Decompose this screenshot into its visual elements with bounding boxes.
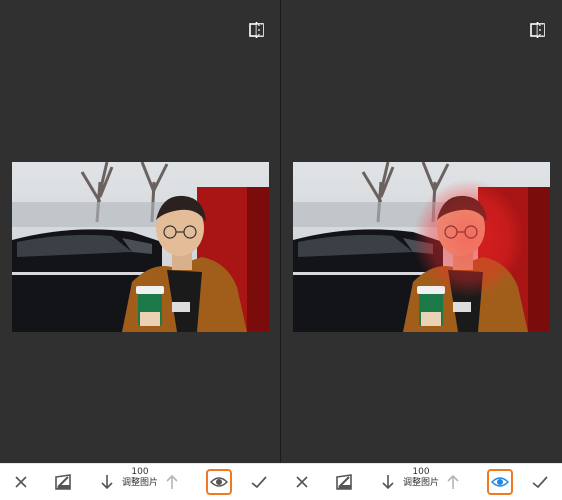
arrow-down-icon[interactable]: [377, 471, 399, 493]
arrow-down-icon[interactable]: [96, 471, 118, 493]
toggle-mask-button[interactable]: [487, 469, 513, 495]
compare-icon[interactable]: [529, 22, 547, 38]
check-icon[interactable]: [248, 471, 270, 493]
bottom-toolbar: 100 调整图片: [281, 463, 562, 500]
close-icon[interactable]: [10, 471, 32, 493]
right-panel: 100 调整图片: [280, 0, 562, 500]
brush-icon[interactable]: [52, 471, 74, 493]
brush-icon[interactable]: [333, 471, 355, 493]
left-panel: 100 调整图片: [0, 0, 281, 500]
adjust-label: 调整图片: [402, 478, 439, 488]
adjust-label: 调整图片: [121, 478, 158, 488]
adjust-value: 100: [412, 467, 430, 477]
arrow-up-icon[interactable]: [442, 471, 464, 493]
close-icon[interactable]: [291, 471, 313, 493]
bottom-toolbar: 100 调整图片: [0, 463, 281, 500]
arrow-up-icon[interactable]: [161, 471, 183, 493]
image-canvas: [281, 0, 562, 463]
masked-photo[interactable]: [293, 162, 550, 332]
mask-overlay: [373, 162, 533, 332]
check-icon[interactable]: [529, 471, 551, 493]
image-canvas: [0, 0, 281, 463]
adjust-value: 100: [131, 467, 149, 477]
toggle-mask-button[interactable]: [206, 469, 232, 495]
edited-photo[interactable]: [12, 162, 269, 332]
compare-icon[interactable]: [248, 22, 266, 38]
eye-icon: [209, 473, 229, 492]
eye-icon: [490, 473, 510, 492]
